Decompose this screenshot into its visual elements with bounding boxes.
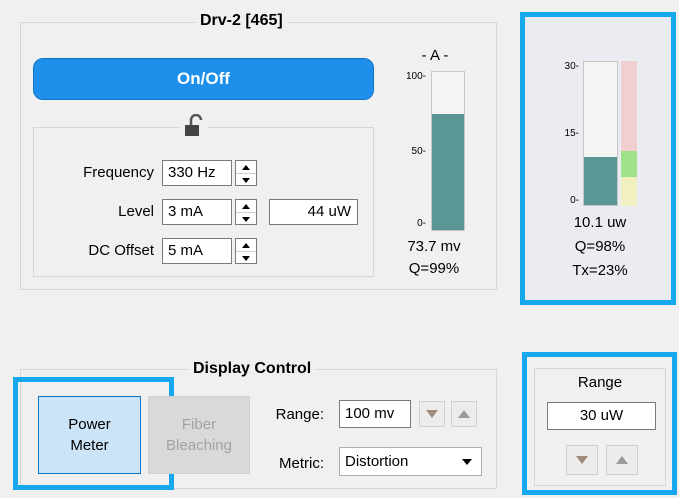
onoff-button[interactable]: On/Off xyxy=(33,58,374,100)
frequency-label: Frequency xyxy=(83,164,154,181)
spin-down-icon xyxy=(242,216,250,222)
quality-segment xyxy=(621,61,637,151)
chevron-down-icon xyxy=(462,459,472,465)
range-up-button[interactable] xyxy=(451,401,477,427)
spin-up-icon xyxy=(242,164,250,170)
right-meter-quality: Q=98% xyxy=(574,238,626,255)
range-field[interactable]: 100 mv xyxy=(339,400,411,428)
lock-icon[interactable] xyxy=(180,113,208,138)
level-field[interactable]: 3 mA xyxy=(162,199,232,225)
arrow-up-icon xyxy=(458,410,470,418)
right-meter-reading: 10.1 uw xyxy=(573,214,627,231)
power-output-field: 44 uW xyxy=(269,199,358,225)
meter-a-reading: 73.7 mv xyxy=(407,238,461,255)
quality-segment xyxy=(621,150,637,177)
range-panel-highlight xyxy=(522,352,677,495)
dc-offset-spinner[interactable] xyxy=(235,238,257,264)
fiber-bleaching-label-line1: Fiber xyxy=(181,416,217,433)
spin-down-icon xyxy=(242,177,250,183)
range-down-button[interactable] xyxy=(419,401,445,427)
right-meter-tick-30: 30- xyxy=(564,61,579,72)
range-label: Range: xyxy=(275,406,324,423)
arrow-down-icon xyxy=(426,410,438,418)
meter-a-tick-50: 50- xyxy=(411,146,426,157)
right-meter-tick-0: 0- xyxy=(570,195,579,206)
meter-a-bar xyxy=(431,71,465,231)
right-meter-quality-bar xyxy=(621,61,637,206)
spin-down-icon xyxy=(242,255,250,261)
frequency-field[interactable]: 330 Hz xyxy=(162,160,232,186)
dc-offset-field[interactable]: 5 mA xyxy=(162,238,232,264)
driver-title: Drv-2 [465] xyxy=(196,12,287,30)
meter-a-quality: Q=99% xyxy=(408,260,460,277)
meter-a-fill xyxy=(432,113,464,230)
meter-a-title: - A - xyxy=(421,47,449,64)
metric-selected-value: Distortion xyxy=(345,453,409,470)
dc-offset-label: DC Offset xyxy=(88,242,154,259)
spin-up-icon xyxy=(242,242,250,248)
right-meter-fill xyxy=(584,156,617,205)
fiber-bleaching-button[interactable]: Fiber Bleaching xyxy=(148,396,250,474)
fiber-bleaching-label-line2: Bleaching xyxy=(166,437,232,454)
quality-segment xyxy=(621,177,637,206)
metric-select[interactable]: Distortion xyxy=(339,447,482,476)
right-meter-tick-15: 15- xyxy=(564,128,579,139)
level-label: Level xyxy=(118,203,154,220)
frequency-spinner[interactable] xyxy=(235,160,257,186)
spin-up-icon xyxy=(242,203,250,209)
metric-label: Metric: xyxy=(279,455,324,472)
meter-a-tick-100: 100- xyxy=(405,71,426,82)
right-meter-bar xyxy=(583,61,618,206)
right-meter-tx: Tx=23% xyxy=(572,262,628,279)
level-spinner[interactable] xyxy=(235,199,257,225)
display-control-title: Display Control xyxy=(189,360,316,378)
meter-a-tick-0: 0- xyxy=(417,218,426,229)
